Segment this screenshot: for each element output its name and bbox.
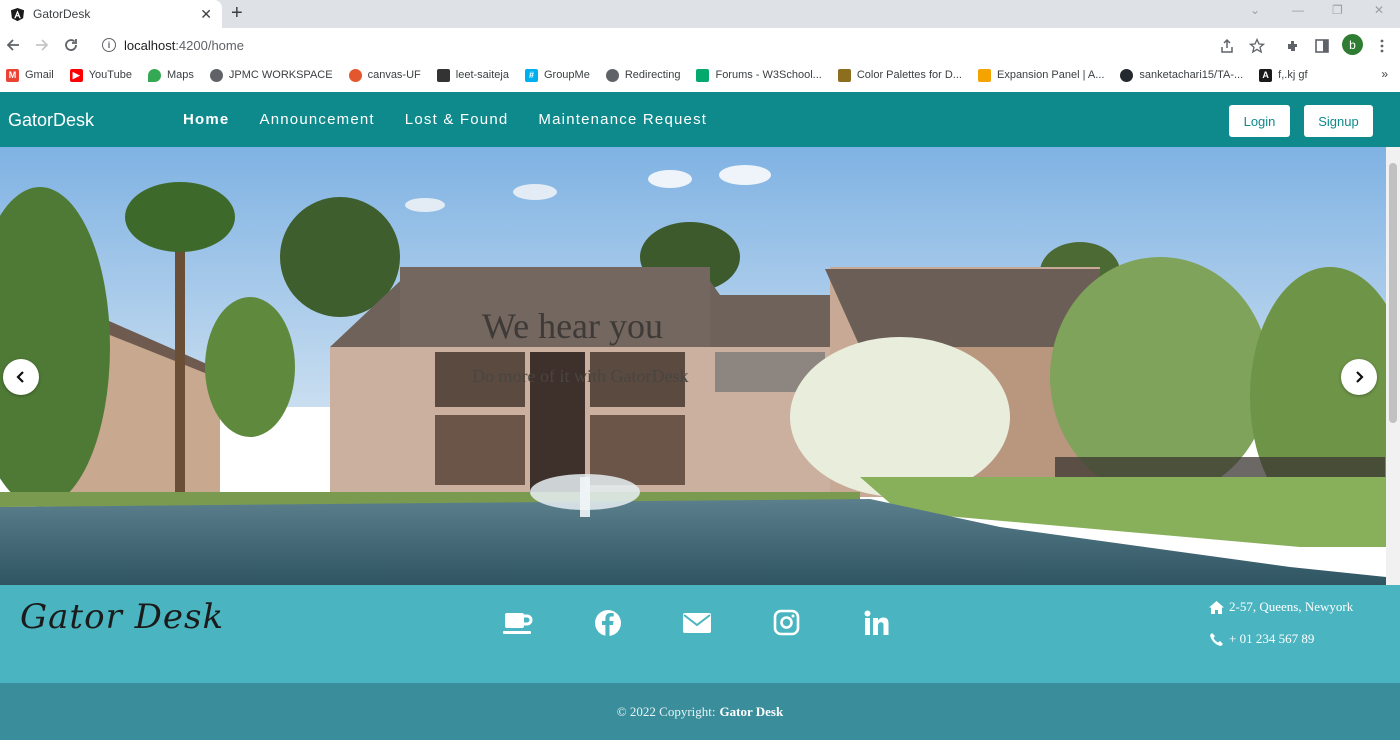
nav-link-lost-found[interactable]: Lost & Found [405, 111, 509, 128]
bookmark-redirecting[interactable]: Redirecting [605, 68, 680, 82]
side-panel-icon[interactable] [1314, 38, 1330, 54]
browser-menu-icon[interactable] [1374, 38, 1390, 54]
browser-tabstrip: GatorDesk ✕ + ⌄ — ❐ ✕ [0, 0, 1400, 28]
hero-carousel: We hear you Do more of it with GatorDesk [0, 147, 1386, 585]
maps-pin-icon [147, 68, 161, 82]
instagram-icon[interactable] [768, 608, 804, 638]
footer-address: 2-57, Queens, Newyork [1209, 599, 1353, 615]
hero-title: We hear you [482, 306, 664, 346]
angular-favicon-icon [10, 7, 25, 21]
minimize-icon[interactable]: — [1292, 3, 1304, 17]
shield-icon [977, 68, 991, 82]
github-icon [1120, 68, 1134, 82]
footer: Gator Desk 2-57, Queens, Newyork + 01 23… [0, 585, 1400, 683]
share-icon[interactable] [1219, 38, 1235, 54]
youtube-icon: ▶ [69, 68, 83, 82]
footer-logo: Gator Desk [20, 597, 225, 637]
carousel-next-button[interactable] [1341, 359, 1377, 395]
phone-icon [1210, 632, 1223, 646]
tab-search-chevron-icon[interactable]: ⌄ [1250, 3, 1260, 17]
page-scrollbar[interactable] [1386, 147, 1400, 585]
tab-title: GatorDesk [33, 7, 91, 21]
restore-icon[interactable]: ❐ [1332, 3, 1343, 17]
signup-button[interactable]: Signup [1304, 105, 1373, 137]
bookmark-jpmc-workspace[interactable]: JPMC WORKSPACE [209, 68, 333, 82]
globe-icon [209, 68, 223, 82]
bookmark-groupme[interactable]: # GroupMe [524, 68, 590, 82]
w3schools-icon: W [696, 68, 710, 82]
carousel-prev-button[interactable] [3, 359, 39, 395]
scrollbar-thumb[interactable] [1389, 163, 1397, 423]
close-tab-icon[interactable]: ✕ [200, 6, 212, 22]
profile-avatar[interactable]: b [1342, 34, 1363, 55]
nav-link-home[interactable]: Home [183, 111, 229, 128]
nav-links: Home Announcement Lost & Found Maintenan… [183, 111, 737, 128]
canvas-icon [348, 68, 362, 82]
coffee-icon[interactable] [500, 608, 536, 638]
globe-icon [605, 68, 619, 82]
apartment-complex-photo [0, 147, 1386, 585]
browser-toolbar: i localhost:4200/home b [0, 28, 1400, 62]
bookmark-w3schools[interactable]: W Forums - W3School... [696, 68, 822, 82]
site-info-icon[interactable]: i [102, 38, 116, 52]
address-bar[interactable]: i localhost:4200/home [92, 32, 1280, 58]
bookmark-color-palettes[interactable]: Color Palettes for D... [837, 68, 962, 82]
leetcode-icon: ʟ [436, 68, 450, 82]
brand-logo[interactable]: GatorDesk [8, 110, 94, 131]
bookmark-gmail[interactable]: M Gmail [6, 68, 54, 82]
close-window-icon[interactable]: ✕ [1374, 3, 1384, 17]
nav-link-maintenance-request[interactable]: Maintenance Request [538, 111, 707, 128]
chevron-left-icon [16, 371, 24, 383]
login-button[interactable]: Login [1229, 105, 1290, 137]
bookmark-angular[interactable]: Af,.kj gf [1259, 68, 1308, 82]
bookmark-maps[interactable]: Maps [147, 68, 194, 82]
gmail-icon: M [6, 68, 19, 82]
browser-tab-gatordesk[interactable]: GatorDesk ✕ [0, 0, 222, 28]
url-path: :4200/home [175, 37, 244, 53]
facebook-icon[interactable] [590, 608, 626, 638]
copyright-prefix: © 2022 Copyright: [616, 703, 716, 719]
bookmark-expansion-panel[interactable]: Expansion Panel | A... [977, 68, 1104, 82]
footer-phone: + 01 234 567 89 [1209, 631, 1314, 647]
bookmark-leet-saiteja[interactable]: ʟ leet-saiteja [436, 68, 509, 82]
bookmark-canvas-uf[interactable]: canvas-UF [348, 68, 421, 82]
url-host: localhost [124, 37, 176, 53]
bookmark-github[interactable]: sanketachari15/TA-... [1120, 68, 1243, 82]
copyright-bar: © 2022 Copyright: Gator Desk [0, 683, 1400, 740]
nav-link-announcement[interactable]: Announcement [259, 111, 374, 128]
angular-icon: A [1259, 68, 1273, 82]
bookmarks-bar: M Gmail ▶ YouTube Maps JPMC WORKSPACE canv… [0, 62, 1400, 88]
address-text: 2-57, Queens, Newyork [1229, 599, 1354, 614]
hero-subtitle: Do more of it with GatorDesk [472, 366, 689, 386]
extensions-icon[interactable] [1285, 38, 1301, 54]
bookmark-star-icon[interactable] [1249, 38, 1265, 54]
app-navbar: GatorDesk Home Announcement Lost & Found… [0, 92, 1400, 147]
copyright-owner-link[interactable]: Gator Desk [720, 704, 784, 720]
back-icon[interactable] [3, 34, 23, 56]
new-tab-icon[interactable]: + [231, 2, 243, 24]
groupme-icon: # [524, 68, 538, 82]
linkedin-icon[interactable] [857, 608, 893, 638]
home-icon [1209, 600, 1224, 614]
forward-icon[interactable] [32, 34, 52, 56]
palette-icon [837, 68, 851, 82]
bookmark-youtube[interactable]: ▶ YouTube [69, 68, 132, 82]
reload-icon[interactable] [61, 34, 81, 56]
phone-text: + 01 234 567 89 [1229, 631, 1315, 646]
more-bookmarks-icon[interactable]: » [1381, 67, 1388, 81]
chevron-right-icon [1356, 371, 1364, 383]
envelope-icon[interactable] [679, 608, 715, 638]
